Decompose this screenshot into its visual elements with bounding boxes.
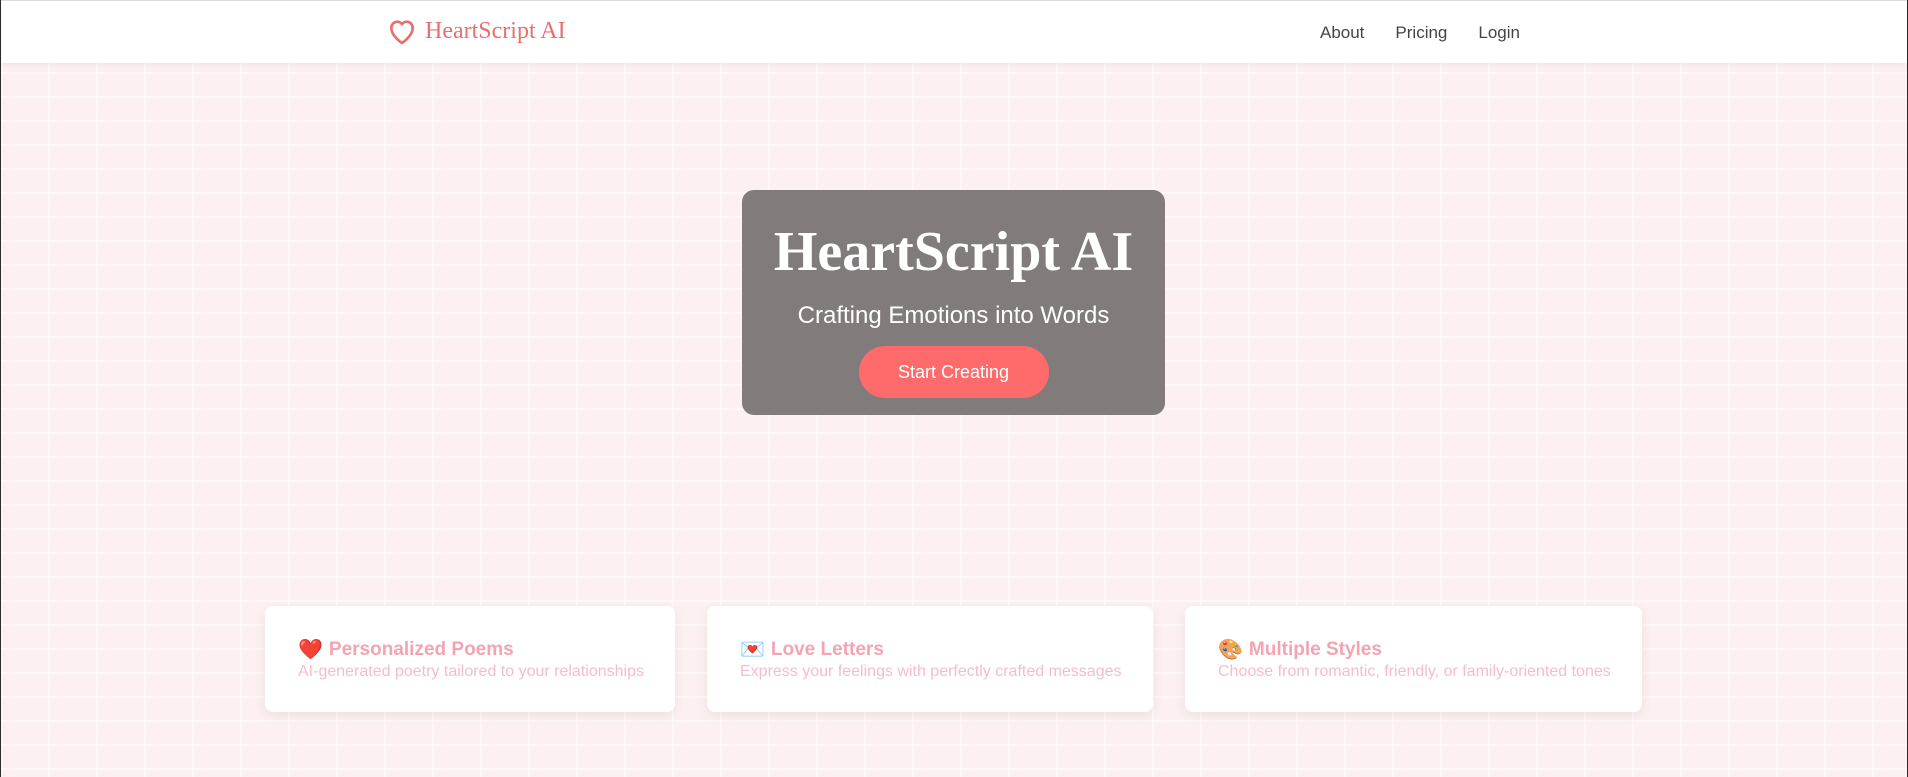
feature-description: Express your feelings with perfectly cra… — [740, 663, 1122, 680]
feature-card-love-letters: 💌 Love Letters Express your feelings wit… — [707, 606, 1153, 712]
love-letter-icon: 💌 — [740, 639, 765, 661]
nav-link-login[interactable]: Login — [1478, 23, 1520, 43]
feature-description: Choose from romantic, friendly, or famil… — [1218, 663, 1611, 680]
start-creating-button[interactable]: Start Creating — [858, 346, 1049, 398]
nav-link-pricing[interactable]: Pricing — [1395, 23, 1447, 43]
hero-panel: HeartScript AI Crafting Emotions into Wo… — [742, 190, 1165, 415]
red-heart-icon: ❤️ — [298, 639, 323, 661]
heart-outline-icon — [385, 15, 419, 47]
hero-title: HeartScript AI — [773, 221, 1134, 283]
brand-name: HeartScript AI — [425, 17, 566, 44]
feature-card-personalized-poems: ❤️ Personalized Poems AI-generated poetr… — [265, 606, 675, 712]
feature-card-multiple-styles: 🎨 Multiple Styles Choose from romantic, … — [1185, 606, 1642, 712]
palette-icon: 🎨 — [1218, 639, 1243, 661]
nav-link-about[interactable]: About — [1320, 23, 1364, 43]
feature-title: Personalized Poems — [328, 639, 514, 660]
hero-subtitle: Crafting Emotions into Words — [797, 302, 1110, 329]
top-navbar: HeartScript AI About Pricing Login — [1, 0, 1907, 63]
feature-title: Love Letters — [770, 639, 884, 660]
feature-description: AI-generated poetry tailored to your rel… — [298, 663, 644, 680]
feature-title: Multiple Styles — [1248, 639, 1382, 660]
nav-links: About Pricing Login — [1320, 23, 1520, 43]
brand-logo[interactable]: HeartScript AI — [385, 15, 566, 47]
